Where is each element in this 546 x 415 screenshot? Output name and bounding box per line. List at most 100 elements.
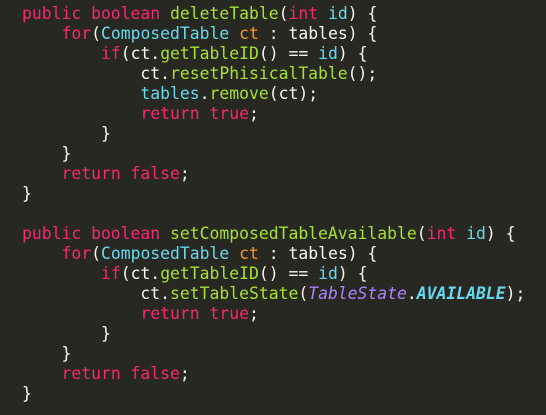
code-token: getTableID	[160, 44, 259, 63]
code-token: TableState	[308, 284, 407, 303]
code-token: ;	[248, 304, 259, 323]
code-line[interactable]: for(ComposedTable ct : tables) {	[22, 24, 546, 44]
code-token: tables	[140, 84, 200, 103]
code-token: resetPhisicalTable	[170, 64, 348, 83]
code-line[interactable]: if(ct.getTableID() == id) {	[22, 264, 546, 284]
code-token: () ==	[258, 264, 319, 283]
code-token: ();	[347, 64, 378, 83]
code-token: () ==	[258, 44, 319, 63]
code-token: ;	[179, 164, 190, 183]
code-token: for	[61, 24, 92, 43]
code-token: int	[288, 4, 319, 23]
code-line[interactable]: }	[22, 344, 546, 364]
code-token: id	[466, 224, 486, 243]
code-token: return false	[61, 364, 180, 383]
code-token: for	[61, 244, 92, 263]
code-token: deleteTable	[170, 4, 279, 23]
code-token: ) {	[337, 264, 368, 283]
code-token: id	[318, 44, 338, 63]
code-token: id	[318, 264, 338, 283]
code-token: if	[100, 264, 121, 283]
code-token: ) {	[337, 44, 368, 63]
code-token: ct.	[22, 64, 171, 83]
code-token: ComposedTable	[100, 244, 230, 263]
code-token: setComposedTableAvailable	[170, 224, 417, 243]
code-token: getTableID	[160, 264, 259, 283]
code-token: }	[22, 324, 111, 343]
code-line[interactable]: return false;	[22, 164, 546, 184]
code-token: ) {	[347, 244, 378, 263]
code-line[interactable]: if(ct.getTableID() == id) {	[22, 44, 546, 64]
code-token: public boolean	[22, 4, 171, 23]
code-token: ;	[248, 104, 259, 123]
code-token: int	[426, 224, 457, 243]
code-token: AVAILABLE	[416, 284, 506, 303]
code-token: }	[22, 124, 111, 143]
code-line[interactable]: }	[22, 324, 546, 344]
code-token: tables	[288, 244, 348, 263]
code-token: ct	[239, 244, 259, 263]
code-line[interactable]: ct.setTableState(TableState.AVAILABLE);	[22, 284, 546, 304]
code-token: ) {	[347, 4, 378, 23]
code-token: }	[22, 384, 32, 403]
code-token: tables	[288, 24, 348, 43]
code-token: (	[278, 4, 289, 23]
code-token: (	[91, 244, 101, 263]
code-token: ) {	[485, 224, 516, 243]
code-line[interactable]: public boolean setComposedTableAvailable…	[22, 224, 546, 244]
code-token: ct	[239, 24, 259, 43]
code-line[interactable]: return false;	[22, 364, 546, 384]
code-line[interactable]: public boolean deleteTable(int id) {	[22, 4, 546, 24]
code-token: remove	[209, 84, 269, 103]
code-line[interactable]: tables.remove(ct);	[22, 84, 546, 104]
code-token: ) {	[347, 24, 378, 43]
code-line[interactable]: for(ComposedTable ct : tables) {	[22, 244, 546, 264]
code-token: (ct);	[268, 84, 319, 103]
code-token: return false	[61, 164, 180, 183]
code-line[interactable]	[22, 204, 546, 224]
code-token: }	[22, 344, 72, 363]
code-token: (	[298, 284, 309, 303]
code-token: (ct.	[120, 264, 161, 283]
code-token: setTableState	[170, 284, 299, 303]
code-token: id	[327, 4, 348, 23]
code-token: ct.	[22, 284, 171, 303]
code-line[interactable]: }	[22, 144, 546, 164]
code-token: (	[416, 224, 427, 243]
code-editor[interactable]: public boolean deleteTable(int id) { for…	[0, 0, 546, 415]
code-token: }	[22, 184, 32, 203]
code-token: }	[22, 144, 72, 163]
code-line[interactable]: return true;	[22, 304, 546, 324]
code-line[interactable]: return true;	[22, 104, 546, 124]
code-token: public boolean	[22, 224, 171, 243]
code-line[interactable]: ct.resetPhisicalTable();	[22, 64, 546, 84]
code-token: .	[406, 284, 417, 303]
code-token: (	[91, 24, 101, 43]
code-token: :	[258, 24, 289, 43]
code-token: (ct.	[120, 44, 161, 63]
code-token: return true	[140, 304, 249, 323]
code-token: );	[505, 284, 526, 303]
code-token: ;	[179, 364, 190, 383]
code-token: return true	[140, 104, 249, 123]
code-token: :	[258, 244, 289, 263]
code-line[interactable]: }	[22, 124, 546, 144]
code-line[interactable]: }	[22, 184, 546, 204]
code-line[interactable]: }	[22, 384, 546, 404]
code-token: ComposedTable	[100, 24, 230, 43]
code-token: if	[100, 44, 121, 63]
code-token: .	[199, 84, 210, 103]
